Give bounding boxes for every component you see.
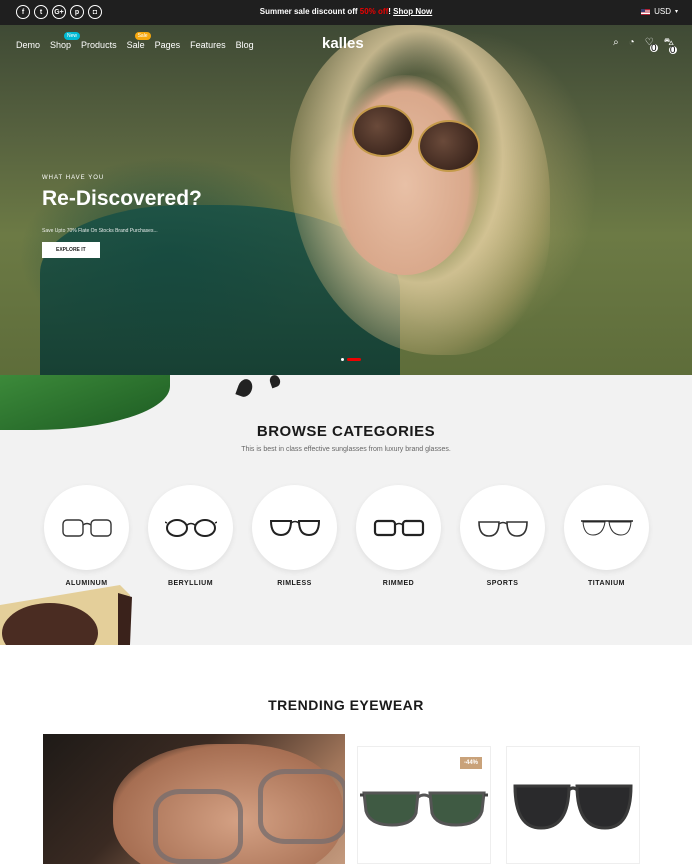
nav-item-products[interactable]: Products [81, 40, 117, 50]
promo-discount: 50% off [359, 7, 389, 16]
discount-badge: -44% [459, 757, 482, 769]
glasses-icon [61, 518, 112, 537]
currency-label: USD [654, 7, 671, 16]
category-label: TITANIUM [588, 580, 625, 587]
category-rimless[interactable]: RIMLESS [252, 485, 337, 587]
nav-item-features[interactable]: Features [190, 40, 226, 50]
cart-count: 0 [668, 44, 677, 56]
category-beryllium[interactable]: BERYLLIUM [148, 485, 233, 587]
new-badge: New [64, 32, 81, 40]
promo-text: Summer sale discount off [259, 7, 360, 16]
category-circle [356, 485, 441, 570]
category-circle [460, 485, 545, 570]
nav-item-sale-label: Sale [126, 40, 145, 50]
category-titanium[interactable]: TITANIUM [564, 485, 649, 587]
slider-dot[interactable] [341, 358, 344, 361]
slider-dots [341, 358, 361, 361]
category-label: SPORTS [486, 580, 519, 587]
category-circle [44, 485, 129, 570]
model-glasses-left [153, 789, 243, 864]
nav-item-demo[interactable]: Demo [16, 40, 40, 50]
cart-icon[interactable]: ⛍ 0 [664, 37, 677, 58]
trending-title: TRENDING EYEWEAR [268, 697, 424, 713]
category-label: RIMMED [382, 580, 415, 587]
slider-dot-active[interactable] [347, 358, 361, 361]
product-image [360, 791, 488, 827]
sale-badge: Sale [134, 32, 151, 40]
wishlist-icon[interactable]: ♡ 0 [645, 37, 658, 58]
glasses-icon [580, 519, 633, 536]
product-card[interactable]: -44% [357, 746, 491, 864]
feather-decoration [235, 377, 255, 399]
hero-image-lens-left [352, 105, 414, 157]
categories-title: BROWSE CATEGORIES [256, 423, 436, 440]
nav-item-blog[interactable]: Blog [236, 40, 254, 50]
hero-eyebrow: WHAT HAVE YOU [42, 175, 105, 181]
hero-image-lens-right [418, 120, 480, 172]
top-bar: f t G+ p ◘ Summer sale discount off 50% … [0, 0, 692, 25]
category-circle [252, 485, 337, 570]
feather-decoration [268, 375, 282, 389]
category-rimmed[interactable]: RIMMED [356, 485, 441, 587]
glasses-icon [373, 519, 424, 536]
sunglasses-decoration [0, 585, 132, 645]
category-circle [564, 485, 649, 570]
shop-now-link[interactable]: Shop Now [393, 7, 432, 16]
leaf-decoration [0, 375, 170, 430]
hero-text: WHAT HAVE YOU Re-Discovered? Save Upto 7… [42, 175, 202, 258]
main-nav: Demo Shop New Products Sale Sale Pages Fea… [16, 32, 254, 50]
category-sports[interactable]: SPORTS [460, 485, 545, 587]
us-flag-icon [641, 8, 651, 15]
nav-item-shop[interactable]: Shop New [50, 32, 81, 50]
nav-item-pages[interactable]: Pages [155, 40, 181, 50]
explore-button[interactable]: EXPLORE IT [42, 242, 100, 258]
categories-description: This is best in class effective sunglass… [241, 446, 451, 453]
glasses-icon [269, 519, 320, 536]
chevron-down-icon: ▾ [674, 9, 678, 15]
nav-item-sale[interactable]: Sale Sale [126, 32, 151, 50]
search-icon[interactable]: ⌕ [613, 37, 619, 58]
category-aluminum[interactable]: ALUMINUM [44, 485, 129, 587]
hero-banner: WHAT HAVE YOU Re-Discovered? Save Upto 7… [0, 25, 692, 375]
glasses-icon [477, 520, 528, 537]
currency-selector[interactable]: USD ▾ [641, 7, 678, 16]
nav-item-shop-label: Shop [50, 40, 72, 50]
hero-image-face [330, 75, 480, 275]
header-icons: ⌕ ◔ ♡ 0 ⛍ 0 [613, 37, 677, 58]
trending-feature-image[interactable] [43, 734, 345, 864]
hero-subtitle: Save Upto 70% Flate On Stocks Brand Purc… [42, 228, 158, 234]
model-glasses-right [258, 769, 345, 844]
category-circle [148, 485, 233, 570]
product-image [513, 784, 633, 830]
site-logo[interactable]: kalles [322, 35, 364, 52]
glasses-icon [164, 518, 217, 537]
promo-banner: Summer sale discount off 50% off! Shop N… [0, 7, 692, 16]
product-card[interactable] [506, 746, 640, 864]
categories-section: BROWSE CATEGORIES This is best in class … [0, 375, 692, 645]
account-icon[interactable]: ◔ [629, 37, 635, 58]
category-label: RIMLESS [277, 580, 312, 587]
category-label: BERYLLIUM [167, 580, 214, 587]
category-list: ALUMINUM BERYLLIUM RIMLESS RIMMED SPORTS [44, 485, 649, 587]
hero-title: Re-Discovered? [42, 187, 202, 210]
wishlist-count: 0 [649, 42, 658, 54]
